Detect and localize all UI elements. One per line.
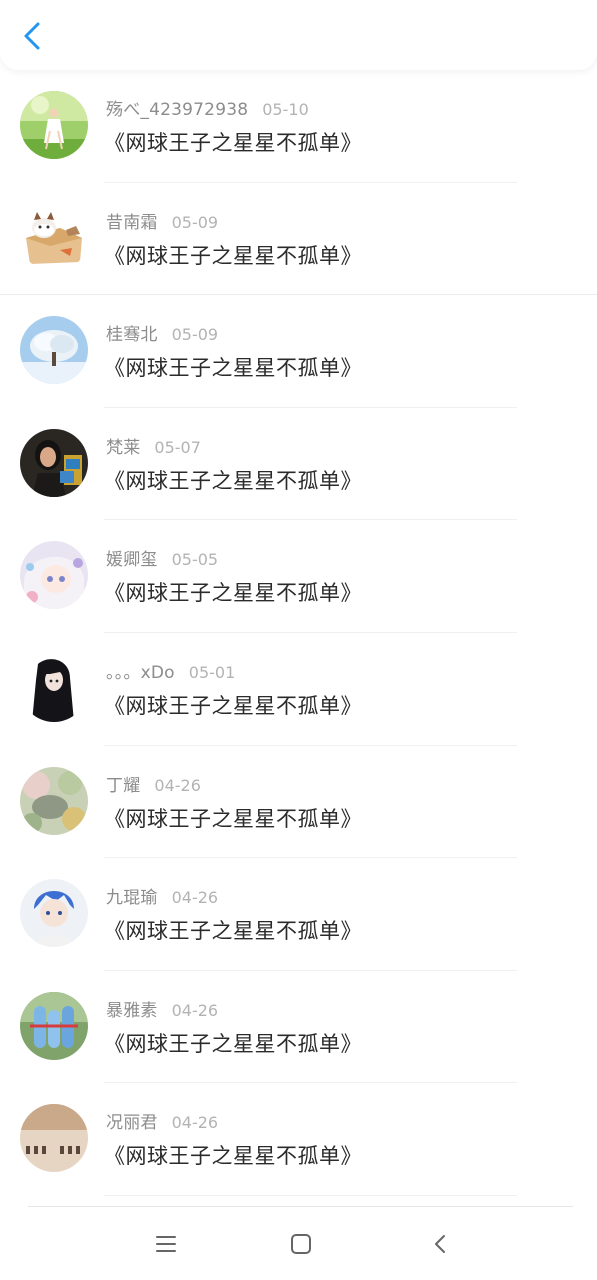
list-item[interactable]: 梵莱 05-07 《网球王子之星星不孤单》 xyxy=(0,408,597,521)
comment-author: 暴雅素 xyxy=(106,1000,158,1021)
list-item[interactable]: 媛卿玺 05-05 《网球王子之星星不孤单》 xyxy=(0,520,597,633)
comment-book-title: 《网球王子之星星不孤单》 xyxy=(104,693,362,718)
comment-book-title: 《网球王子之星星不孤单》 xyxy=(104,1144,362,1169)
home-button[interactable] xyxy=(281,1226,321,1262)
comment-date: 04-26 xyxy=(171,1000,219,1020)
avatar[interactable] xyxy=(20,316,88,385)
comment-book-title: 《网球王子之星星不孤单》 xyxy=(104,919,362,944)
avatar[interactable] xyxy=(20,428,88,497)
comment-author: 况丽君 xyxy=(106,1113,158,1134)
home-square-icon xyxy=(291,1234,311,1254)
chevron-left-icon xyxy=(24,22,40,50)
comment-book-title: 《网球王子之星星不孤单》 xyxy=(104,243,362,268)
list-item[interactable]: 暴雅素 04-26 《网球王子之星星不孤单》 xyxy=(0,971,597,1084)
comment-author: 梵莱 xyxy=(106,437,141,458)
avatar[interactable] xyxy=(20,91,88,159)
comment-book-title: 《网球王子之星星不孤单》 xyxy=(104,356,362,381)
comment-author: 。。。xDo xyxy=(106,662,175,683)
menu-button[interactable] xyxy=(146,1226,186,1262)
list-item[interactable]: 昔南霜 05-09 《网球王子之星星不孤单》 xyxy=(0,183,597,296)
list-item[interactable]: 。。。xDo 05-01 《网球王子之星星不孤单》 xyxy=(0,633,597,746)
comment-book-title: 《网球王子之星星不孤单》 xyxy=(104,131,362,155)
system-nav-bar xyxy=(0,1206,597,1280)
back-chevron-icon xyxy=(435,1235,445,1253)
avatar[interactable] xyxy=(20,991,88,1060)
comment-date: 04-26 xyxy=(171,888,219,908)
comment-date: 05-07 xyxy=(154,437,201,457)
list-item[interactable]: 丁耀 04-26 《网球王子之星星不孤单》 xyxy=(0,746,597,859)
avatar[interactable] xyxy=(20,653,88,722)
comment-date: 05-09 xyxy=(171,212,219,232)
comment-author: 桂骞北 xyxy=(106,325,158,346)
comment-date: 05-05 xyxy=(171,550,219,570)
avatar[interactable] xyxy=(20,203,88,272)
comment-date: 04-26 xyxy=(171,1113,219,1133)
comment-author: 丁耀 xyxy=(106,775,141,796)
avatar[interactable] xyxy=(20,879,88,948)
comment-book-title: 《网球王子之星星不孤单》 xyxy=(104,806,362,831)
comment-date: 05-10 xyxy=(262,100,309,119)
back-button[interactable] xyxy=(16,18,50,54)
comment-list-screen: 殇べ_423972938 05-10 《网球王子之星星不孤单》 昔南霜 05-0… xyxy=(0,0,597,1280)
menu-icon xyxy=(156,1236,176,1252)
top-bar xyxy=(0,0,597,70)
comment-book-title: 《网球王子之星星不孤单》 xyxy=(104,468,362,493)
comment-date: 05-01 xyxy=(188,662,236,682)
list-item[interactable]: 殇べ_423972938 05-10 《网球王子之星星不孤单》 xyxy=(0,70,597,183)
avatar[interactable] xyxy=(20,766,88,835)
avatar[interactable] xyxy=(20,541,88,610)
comment-book-title: 《网球王子之星星不孤单》 xyxy=(104,581,362,606)
divider xyxy=(104,1194,517,1196)
comment-date: 05-09 xyxy=(171,325,219,345)
comment-author: 九琨瑜 xyxy=(106,888,158,909)
comment-author: 昔南霜 xyxy=(106,212,158,233)
comment-list: 殇べ_423972938 05-10 《网球王子之星星不孤单》 昔南霜 05-0… xyxy=(0,70,597,1196)
list-item[interactable]: 况丽君 04-26 《网球王子之星星不孤单》 xyxy=(0,1083,597,1196)
list-item[interactable]: 九琨瑜 04-26 《网球王子之星星不孤单》 xyxy=(0,858,597,971)
list-item[interactable]: 桂骞北 05-09 《网球王子之星星不孤单》 xyxy=(0,295,597,408)
comment-book-title: 《网球王子之星星不孤单》 xyxy=(104,1031,362,1056)
avatar[interactable] xyxy=(20,1104,88,1173)
comment-author: 媛卿玺 xyxy=(106,550,158,571)
system-back-button[interactable] xyxy=(420,1226,460,1262)
comment-author: 殇べ_423972938 xyxy=(106,100,249,120)
comment-date: 04-26 xyxy=(154,775,201,795)
nav-divider xyxy=(28,1206,573,1207)
